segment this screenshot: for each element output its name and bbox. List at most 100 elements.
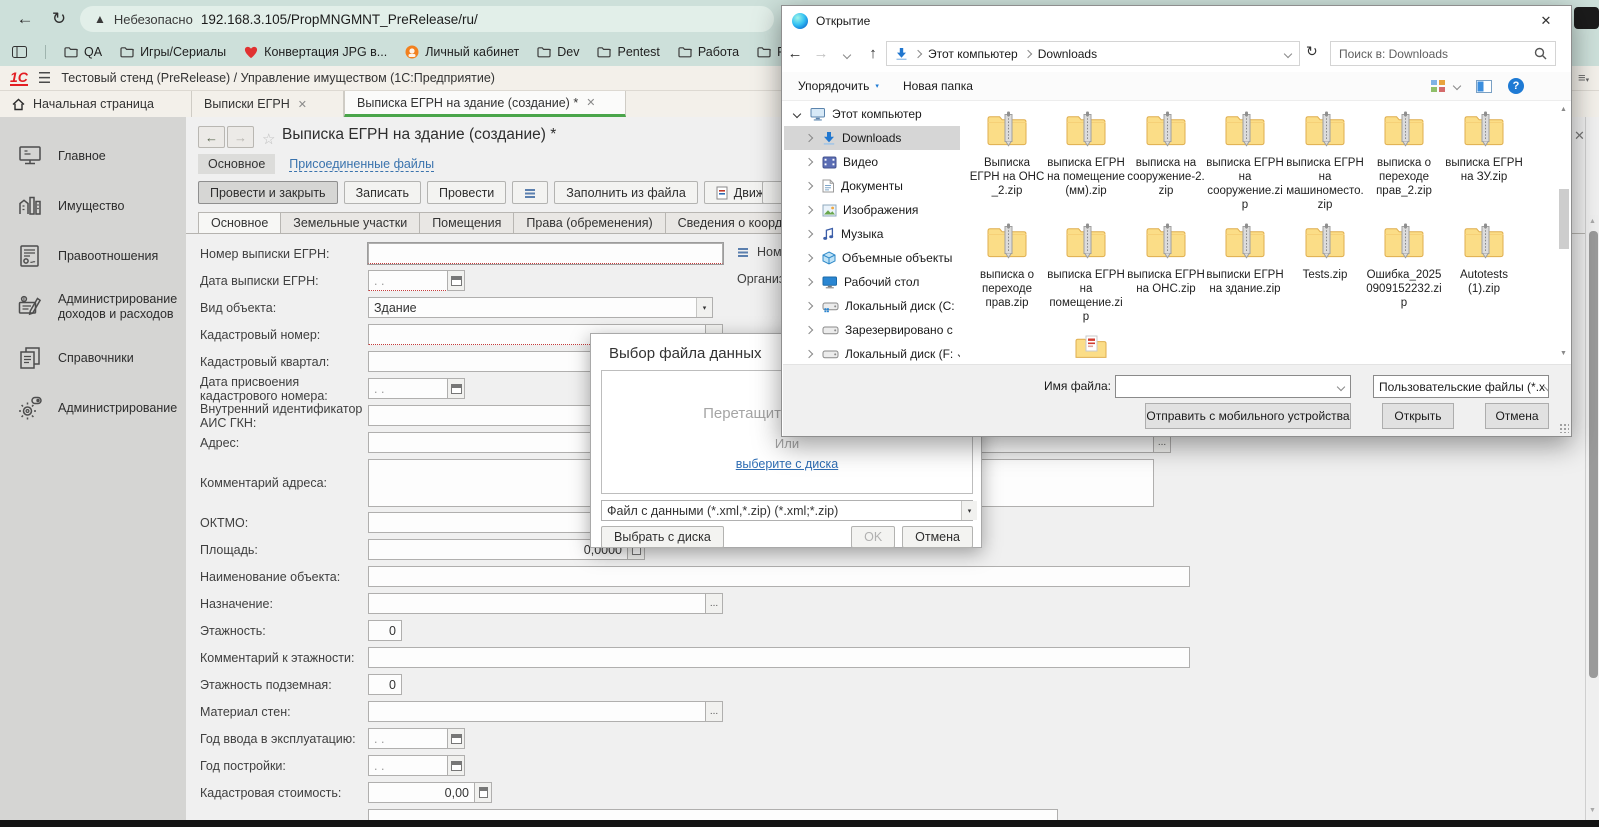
field-input[interactable] bbox=[368, 701, 706, 722]
tree-item[interactable]: Локальный диск (F: bbox=[784, 342, 960, 364]
command-button[interactable]: Заполнить из файла bbox=[554, 181, 698, 204]
file-item[interactable]: выписка ЕГРН на машиноместо.zip bbox=[1286, 108, 1364, 212]
file-item-partial[interactable] bbox=[1074, 334, 1152, 360]
file-item[interactable]: выписка ЕГРН на сооружение.zip bbox=[1206, 108, 1284, 212]
calendar-button[interactable] bbox=[447, 270, 465, 291]
app-tab[interactable]: Начальная страница bbox=[0, 91, 192, 117]
scrollbar-thumb[interactable] bbox=[1589, 231, 1598, 678]
nav-main-chip[interactable]: Основное bbox=[198, 154, 275, 174]
file-item[interactable]: выписка ЕГРН на помещение (мм).zip bbox=[1047, 108, 1125, 198]
menu-icon[interactable]: ☰ bbox=[38, 69, 51, 87]
dialog-up-icon[interactable]: ↑ bbox=[860, 45, 886, 62]
chevron-collapsed-icon[interactable] bbox=[802, 303, 816, 309]
new-folder-button[interactable]: Новая папка bbox=[903, 79, 973, 93]
field-input[interactable] bbox=[368, 647, 1190, 668]
dialog-back-icon[interactable]: ← bbox=[782, 45, 808, 62]
chevron-expanded-icon[interactable] bbox=[790, 111, 804, 117]
bookmark-item[interactable]: Игры/Сериалы bbox=[120, 45, 226, 59]
view-mode-icon[interactable] bbox=[1430, 79, 1460, 93]
file-item[interactable]: выписка о переходе прав_2.zip bbox=[1365, 108, 1443, 198]
breadcrumb-item[interactable]: Этот компьютер bbox=[928, 47, 1018, 61]
chevron-down-icon[interactable] bbox=[1284, 49, 1292, 57]
chevron-collapsed-icon[interactable] bbox=[802, 327, 816, 333]
bookmark-item[interactable]: Pentest bbox=[597, 45, 659, 59]
browser-extension-icon[interactable] bbox=[1574, 7, 1599, 29]
field-input[interactable] bbox=[368, 809, 1058, 820]
modal-cancel-button[interactable]: Отмена bbox=[902, 526, 973, 548]
file-item[interactable]: выписка ЕГРН на ОНС.zip bbox=[1127, 220, 1205, 296]
file-item[interactable]: Tests.zip bbox=[1286, 220, 1364, 282]
field-input[interactable] bbox=[368, 243, 723, 264]
command-button[interactable]: Записать bbox=[344, 181, 421, 204]
field-input[interactable] bbox=[368, 566, 1190, 587]
field-input[interactable]: 0 bbox=[368, 620, 402, 641]
tree-item[interactable]: Downloads bbox=[784, 126, 960, 150]
tree-item[interactable]: Объемные объекты bbox=[784, 246, 960, 270]
field-select[interactable]: Здание▾ bbox=[368, 297, 713, 318]
dialog-close-icon[interactable]: ✕ bbox=[1531, 13, 1561, 29]
chevron-down-icon[interactable]: ▾ bbox=[696, 298, 712, 317]
tab-close-icon[interactable]: ✕ bbox=[586, 96, 595, 109]
file-item[interactable]: Autotests (1).zip bbox=[1445, 220, 1523, 296]
search-input[interactable]: Поиск в: Downloads bbox=[1330, 41, 1556, 66]
file-item[interactable]: выписка ЕГРН на помещение.zip bbox=[1047, 220, 1125, 324]
form-tab[interactable]: Земельные участки bbox=[281, 212, 420, 234]
command-button[interactable]: Провести и закрыть bbox=[198, 181, 338, 204]
scroll-down-icon[interactable]: ▼ bbox=[1589, 807, 1596, 814]
tree-item[interactable]: Зарезервировано с bbox=[784, 318, 960, 342]
tree-item[interactable]: Этот компьютер bbox=[784, 102, 960, 126]
bookmark-item[interactable]: Dev bbox=[537, 45, 579, 59]
calendar-button[interactable] bbox=[447, 378, 465, 399]
tree-item[interactable]: Видео bbox=[784, 150, 960, 174]
resize-grip[interactable] bbox=[1559, 423, 1569, 433]
field-input[interactable]: . . bbox=[368, 270, 448, 291]
form-back-button[interactable]: ← bbox=[198, 126, 225, 148]
open-button[interactable]: Открыть bbox=[1382, 403, 1454, 429]
file-filter-select[interactable]: Файл с данными (*.xml,*.zip) (*.xml;*.zi… bbox=[601, 500, 973, 521]
filename-input[interactable] bbox=[1115, 375, 1351, 398]
ok-button[interactable]: OK bbox=[851, 526, 895, 548]
chevron-right-icon[interactable] bbox=[914, 49, 922, 57]
tree-item[interactable]: Музыка bbox=[784, 222, 960, 246]
form-forward-button[interactable]: → bbox=[227, 126, 254, 148]
chevron-down-icon[interactable] bbox=[1337, 382, 1345, 390]
calendar-button[interactable] bbox=[447, 755, 465, 776]
dialog-cancel-button[interactable]: Отмена bbox=[1485, 403, 1549, 429]
form-tab[interactable]: Основное bbox=[198, 212, 281, 234]
dialog-titlebar[interactable]: Открытие ✕ bbox=[782, 6, 1571, 36]
file-item[interactable]: выписки ЕГРН на здание.zip bbox=[1206, 220, 1284, 296]
file-item[interactable]: выписка о переходе прав.zip bbox=[968, 220, 1046, 310]
organize-button[interactable]: Упорядочить▾ bbox=[798, 79, 879, 93]
field-input[interactable]: . . bbox=[368, 378, 448, 399]
calendar-button[interactable] bbox=[447, 728, 465, 749]
tree-item[interactable]: Документы bbox=[784, 174, 960, 198]
choose-from-disk-button[interactable]: Выбрать с диска bbox=[601, 526, 724, 548]
address-bar[interactable]: ▲ Небезопасно 192.168.3.105/PropMNGMNT_P… bbox=[80, 6, 774, 32]
command-button[interactable] bbox=[512, 181, 548, 204]
sidebar-item[interactable]: Имущество bbox=[0, 181, 186, 231]
file-item[interactable]: Ошибка_20250909152232.zip bbox=[1365, 220, 1443, 310]
scroll-up-icon[interactable]: ▲ bbox=[1589, 218, 1596, 225]
tree-item[interactable]: Изображения bbox=[784, 198, 960, 222]
command-button[interactable]: Провести bbox=[427, 181, 506, 204]
sidebar-item[interactable]: Правоотношения bbox=[0, 231, 186, 281]
file-item[interactable]: выписка на сооружение-2.zip bbox=[1127, 108, 1205, 198]
help-icon[interactable]: ? bbox=[1508, 78, 1524, 94]
sidebar-item[interactable]: Администрирование доходов и расходов bbox=[0, 281, 186, 333]
page-scrollbar[interactable]: ▲ ▼ bbox=[1588, 215, 1598, 820]
app-tab[interactable]: Выписка ЕГРН на здание (создание) *✕ bbox=[344, 91, 626, 117]
field-input[interactable]: 0,00 bbox=[368, 782, 475, 803]
tree-item[interactable]: Рабочий стол bbox=[784, 270, 960, 294]
field-input[interactable]: 0 bbox=[368, 674, 402, 695]
tree-item[interactable]: Локальный диск (C: bbox=[784, 294, 960, 318]
scroll-down-icon[interactable]: ▼ bbox=[1560, 350, 1567, 357]
form-tab[interactable]: Помещения bbox=[420, 212, 514, 234]
address-breadcrumb[interactable]: Этот компьютерDownloads bbox=[886, 41, 1300, 66]
chevron-down-icon[interactable]: ▾ bbox=[961, 501, 977, 520]
chevron-collapsed-icon[interactable] bbox=[802, 159, 816, 165]
browser-reload-icon[interactable]: ↻ bbox=[46, 8, 72, 30]
chevron-collapsed-icon[interactable] bbox=[802, 231, 816, 237]
chevron-collapsed-icon[interactable] bbox=[802, 255, 816, 261]
field-input[interactable]: . . bbox=[368, 728, 448, 749]
chevron-collapsed-icon[interactable] bbox=[802, 207, 816, 213]
